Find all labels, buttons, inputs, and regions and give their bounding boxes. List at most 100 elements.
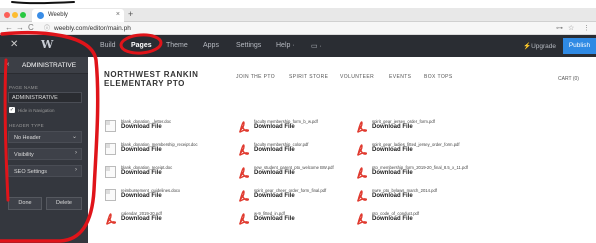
cropped-handwriting-strip	[0, 0, 596, 8]
sidebar-header[interactable]: ‹ ADMINISTRATIVE	[0, 57, 88, 74]
maximize-window-dot[interactable]	[20, 12, 26, 18]
page-name-input[interactable]: ADMINISTRATIVE	[8, 92, 82, 103]
download-file-link[interactable]: Download File	[254, 216, 295, 222]
visibility-label: Visibility	[14, 152, 34, 158]
file-item[interactable]: nwre_pto_bylaws_march_2014.pdf Download F…	[356, 188, 466, 208]
tab-close-icon[interactable]: ×	[116, 11, 120, 18]
pdf-file-icon	[238, 120, 250, 133]
page-settings-sidebar: ‹ ADMINISTRATIVE PAGE NAME ADMINISTRATIV…	[0, 57, 88, 243]
download-file-link[interactable]: Download File	[121, 147, 162, 153]
header-type-select[interactable]: No Header ⌄	[8, 131, 82, 143]
sidebar-title: ADMINISTRATIVE	[22, 62, 77, 69]
file-item[interactable]: blank_donation_receipt.doc Download File	[105, 165, 215, 185]
upgrade-button[interactable]: ⚡Upgrade	[523, 42, 556, 50]
download-file-link[interactable]: Download File	[372, 216, 413, 222]
download-file-link[interactable]: Download File	[254, 124, 295, 130]
menu-apps[interactable]: Apps	[203, 42, 219, 49]
page-name-label: PAGE NAME	[9, 85, 39, 90]
nav-volunteer[interactable]: VOLUNTEER	[340, 74, 374, 80]
menu-build[interactable]: Build	[100, 42, 116, 49]
new-tab-button[interactable]: +	[128, 9, 133, 19]
file-item[interactable]: faculty membership_form_b_w.pdf Download …	[238, 119, 348, 139]
pdf-file-icon	[238, 189, 250, 202]
editor-toolbar: ✕ W Build Pages Theme Apps Settings Help…	[0, 35, 596, 57]
key-icon[interactable]: ⊶	[556, 24, 563, 32]
url-text: weebly.com/editor/main.ph	[54, 25, 131, 32]
download-file-link[interactable]: Download File	[121, 216, 162, 222]
device-preview-icon[interactable]: ▭ ·	[311, 42, 322, 50]
file-item[interactable]: pto_membership_form_2019-20_final_8.5_x_…	[356, 165, 468, 185]
document-file-icon	[105, 120, 116, 132]
download-file-link[interactable]: Download File	[121, 170, 162, 176]
menu-pages[interactable]: Pages	[131, 42, 152, 49]
weebly-logo: W	[41, 38, 54, 51]
close-window-dot[interactable]	[4, 12, 10, 18]
visibility-row[interactable]: Visibility ›	[8, 148, 82, 160]
download-file-link[interactable]: Download File	[121, 124, 162, 130]
file-item[interactable]: pto_code_of_conduct.pdf Download File	[356, 211, 466, 231]
hide-in-navigation-checkbox[interactable]: ✓	[9, 107, 15, 113]
pdf-file-icon	[356, 212, 368, 225]
site-info-icon[interactable]: ⓘ	[44, 25, 50, 34]
download-file-link[interactable]: Download File	[372, 124, 413, 130]
reload-icon[interactable]: C	[28, 23, 34, 32]
close-editor-icon[interactable]: ✕	[10, 39, 18, 50]
browser-menu-icon[interactable]: ⋮	[583, 24, 590, 32]
menu-theme[interactable]: Theme	[166, 42, 188, 49]
download-file-link[interactable]: Download File	[372, 147, 413, 153]
delete-button[interactable]: Delete	[46, 197, 82, 210]
browser-tab[interactable]: Weebly ×	[32, 9, 124, 22]
document-file-icon	[105, 143, 116, 155]
publish-button[interactable]: Publish	[563, 38, 596, 54]
chevron-down-icon: ⌄	[71, 134, 77, 140]
nav-box-tops[interactable]: BOX TOPS	[424, 74, 453, 80]
file-item[interactable]: reimbursement_guidelines.docx Download Fi…	[105, 188, 215, 208]
file-item[interactable]: spirit_gear_jersey_order_form.pdf Downloa…	[356, 119, 466, 139]
nav-events[interactable]: EVENTS	[389, 74, 411, 80]
weebly-favicon-icon	[37, 12, 44, 19]
download-file-link[interactable]: Download File	[254, 193, 295, 199]
file-item[interactable]: faculty membership_color.pdf Download Fil…	[238, 142, 348, 162]
browser-tab-bar: Weebly × +	[0, 8, 596, 22]
menu-settings[interactable]: Settings	[236, 42, 261, 49]
seo-settings-label: SEO Settings	[14, 169, 48, 175]
file-item[interactable]: new_student_parent_pto_welcome BW.pdf Dow…	[238, 165, 348, 185]
file-item[interactable]: w-9_fitted_in.pdf Download File	[238, 211, 348, 231]
pdf-file-icon	[356, 189, 368, 202]
download-file-link[interactable]: Download File	[254, 170, 295, 176]
forward-arrow-icon[interactable]: →	[16, 23, 24, 32]
header-type-value: No Header	[14, 135, 41, 141]
document-file-icon	[105, 189, 116, 201]
back-arrow-icon[interactable]: ←	[5, 23, 13, 32]
url-field[interactable]: ⓘ weebly.com/editor/main.ph	[44, 24, 514, 33]
pdf-file-icon	[105, 212, 117, 225]
download-file-link[interactable]: Download File	[372, 170, 413, 176]
cart-link[interactable]: CART (0)	[558, 76, 579, 82]
hide-in-navigation-label: Hide in Navigation	[18, 108, 55, 113]
done-button[interactable]: Done	[8, 197, 42, 210]
file-item[interactable]: blank_donation_membership_receipt.doc Dow…	[105, 142, 215, 162]
bookmark-star-icon[interactable]: ☆	[568, 24, 574, 32]
site-title-line-2: ELEMENTARY PTO	[104, 79, 186, 88]
download-file-link[interactable]: Download File	[372, 193, 413, 199]
file-item[interactable]: spirit_gear_cheer_order_form_final.pdf Do…	[238, 188, 348, 208]
download-file-link[interactable]: Download File	[254, 147, 295, 153]
download-file-link[interactable]: Download File	[121, 193, 162, 199]
minimize-window-dot[interactable]	[12, 12, 18, 18]
document-file-icon	[105, 166, 116, 178]
nav-join-pto[interactable]: JOIN THE PTO	[236, 74, 275, 80]
file-item[interactable]: calendar_2019-20.pdf Download File	[105, 211, 215, 231]
seo-settings-row[interactable]: SEO Settings ›	[8, 165, 82, 177]
file-item[interactable]: spirit_gear_ladies_fitted_jersey_order_f…	[356, 142, 466, 162]
tab-title: Weebly	[48, 12, 68, 18]
pdf-file-icon	[356, 166, 368, 179]
site-title-line-1: NORTHWEST RANKIN	[104, 70, 199, 79]
pdf-file-icon	[238, 212, 250, 225]
menu-help[interactable]: Help ·	[276, 42, 295, 49]
chevron-right-icon: ›	[75, 167, 77, 173]
back-chevron-icon[interactable]: ‹	[7, 61, 9, 68]
file-item[interactable]: blank_donation_..letter.doc Download File	[105, 119, 215, 139]
site-title[interactable]: NORTHWEST RANKIN ELEMENTARY PTO	[104, 70, 198, 88]
nav-spirit-store[interactable]: SPIRIT STORE	[289, 74, 328, 80]
chevron-right-icon: ›	[75, 150, 77, 156]
